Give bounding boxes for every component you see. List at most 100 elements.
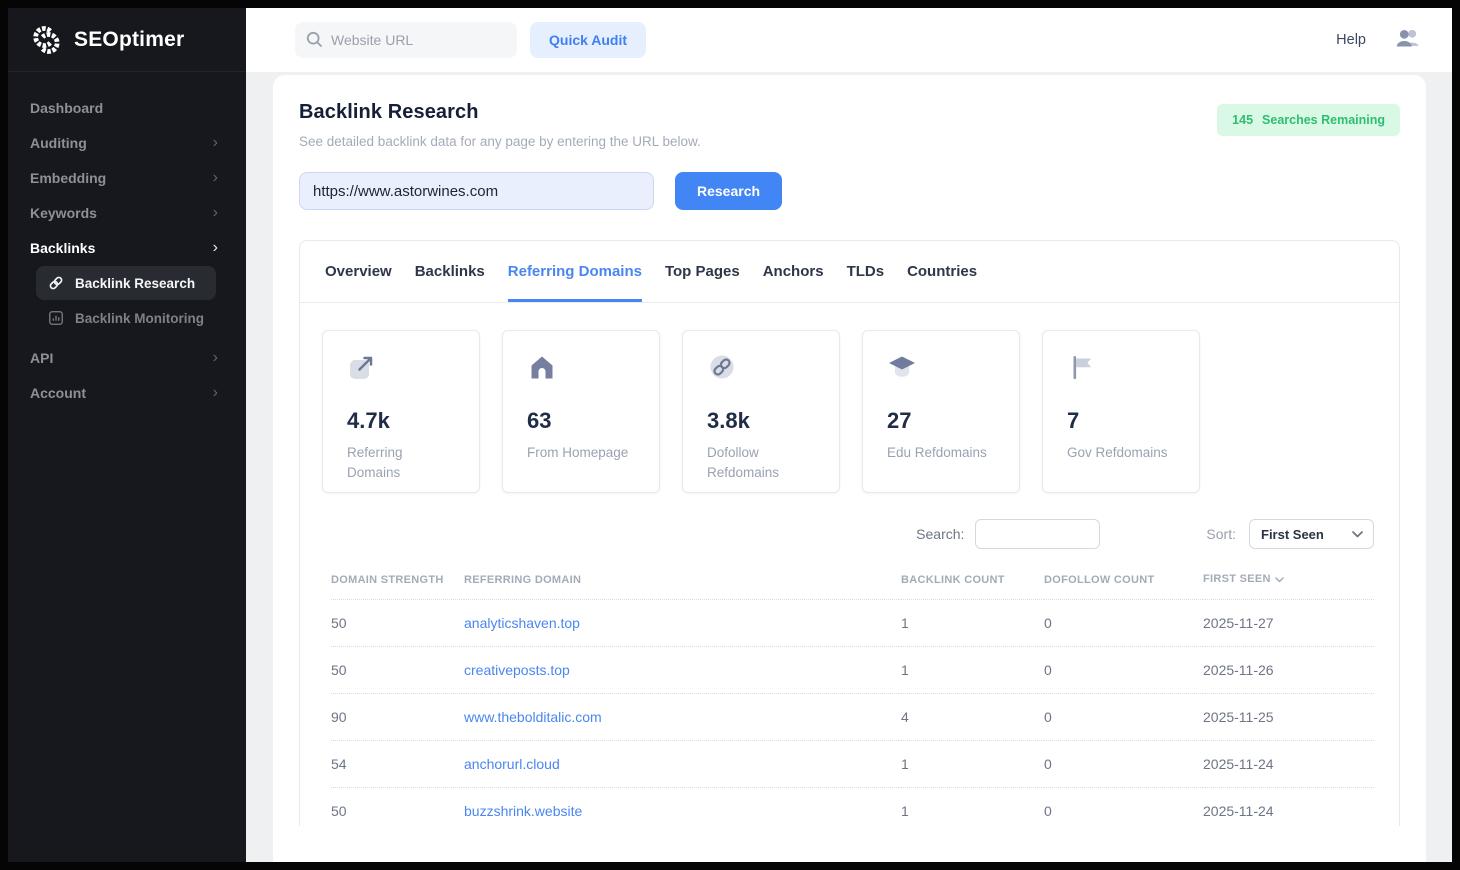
stat-value: 63 bbox=[527, 408, 635, 434]
users-icon[interactable] bbox=[1394, 27, 1422, 53]
main-area: Quick Audit Help Backlink Research See d… bbox=[246, 8, 1452, 862]
sidebar-subitem-label: Backlink Monitoring bbox=[75, 311, 204, 326]
column-header-domain-strength[interactable]: Domain Strength bbox=[331, 559, 464, 600]
sort-select-value: First Seen bbox=[1261, 527, 1324, 542]
cell-dofollow-count: 0 bbox=[1044, 647, 1203, 694]
tab-top-pages[interactable]: Top Pages bbox=[665, 241, 740, 302]
chevron-right-icon: › bbox=[213, 350, 218, 366]
cell-referring-domain: creativeposts.top bbox=[464, 647, 901, 694]
cell-dofollow-count: 0 bbox=[1044, 694, 1203, 741]
tab-anchors[interactable]: Anchors bbox=[763, 241, 824, 302]
chevron-right-icon: › bbox=[213, 385, 218, 401]
table-controls: Search: Sort: First Seen bbox=[300, 493, 1399, 557]
cell-referring-domain: anchorurl.cloud bbox=[464, 741, 901, 788]
cell-referring-domain: www.thebolditalic.com bbox=[464, 694, 901, 741]
tab-tlds[interactable]: TLDs bbox=[847, 241, 885, 302]
table-row: 54 anchorurl.cloud 1 0 2025-11-24 bbox=[331, 741, 1374, 788]
cell-backlink-count: 1 bbox=[901, 788, 1044, 827]
research-button[interactable]: Research bbox=[675, 172, 782, 210]
link-icon bbox=[48, 275, 64, 291]
graduation-cap-icon bbox=[887, 352, 917, 382]
sidebar-subitem-backlink-research[interactable]: Backlink Research bbox=[36, 266, 216, 300]
searches-remaining-count: 145 bbox=[1232, 113, 1253, 127]
column-header-first-seen[interactable]: First Seen bbox=[1203, 559, 1374, 600]
cell-first-seen: 2025-11-24 bbox=[1203, 741, 1374, 788]
cell-backlink-count: 1 bbox=[901, 647, 1044, 694]
stat-value: 3.8k bbox=[707, 408, 815, 434]
referring-domain-link[interactable]: buzzshrink.website bbox=[464, 803, 582, 819]
website-url-search-input[interactable] bbox=[295, 22, 517, 58]
tab-referring-domains[interactable]: Referring Domains bbox=[508, 241, 642, 302]
cell-first-seen: 2025-11-27 bbox=[1203, 600, 1374, 647]
quick-audit-button[interactable]: Quick Audit bbox=[530, 22, 646, 58]
sidebar-item-account[interactable]: Account › bbox=[8, 375, 246, 410]
sort-label: Sort: bbox=[1206, 526, 1236, 542]
cell-dofollow-count: 0 bbox=[1044, 600, 1203, 647]
brand-name: SEOptimer bbox=[74, 28, 184, 52]
searches-remaining-badge: 145 Searches Remaining bbox=[1217, 104, 1400, 136]
table-row: 50 buzzshrink.website 1 0 2025-11-24 bbox=[331, 788, 1374, 827]
cell-referring-domain: analyticshaven.top bbox=[464, 600, 901, 647]
chevron-right-icon: › bbox=[213, 205, 218, 221]
chevron-down-icon bbox=[1352, 531, 1363, 538]
flag-icon bbox=[1067, 352, 1097, 382]
chevron-right-icon: › bbox=[213, 170, 218, 186]
tab-label: TLDs bbox=[847, 263, 885, 280]
referring-domain-link[interactable]: anchorurl.cloud bbox=[464, 756, 560, 772]
sidebar-menu: Dashboard › Auditing › Embedding › bbox=[8, 72, 246, 410]
home-icon bbox=[527, 352, 557, 382]
topbar-search bbox=[295, 22, 517, 58]
sidebar-item-label: Backlinks bbox=[30, 240, 95, 256]
sort-direction-chevron-down-icon bbox=[1275, 574, 1284, 586]
referring-domains-table: Domain Strength Referring Domain Backlin… bbox=[331, 559, 1374, 826]
table-search-input[interactable] bbox=[975, 519, 1100, 549]
stat-label: Gov Refdomains bbox=[1067, 443, 1175, 463]
external-link-icon bbox=[347, 352, 377, 382]
column-header-backlink-count[interactable]: Backlink Count bbox=[901, 559, 1044, 600]
seoptimer-gear-logo-icon bbox=[28, 22, 64, 58]
searches-remaining-label: Searches Remaining bbox=[1262, 113, 1385, 127]
tabs: Overview Backlinks Referring Domains bbox=[300, 241, 1399, 303]
column-header-dofollow-count[interactable]: Dofollow Count bbox=[1044, 559, 1203, 600]
cell-dofollow-count: 0 bbox=[1044, 788, 1203, 827]
stat-card: 27 Edu Refdomains bbox=[862, 330, 1020, 493]
cell-domain-strength: 54 bbox=[331, 741, 464, 788]
tab-countries[interactable]: Countries bbox=[907, 241, 977, 302]
sidebar-item-embedding[interactable]: Embedding › bbox=[8, 160, 246, 195]
cell-domain-strength: 90 bbox=[331, 694, 464, 741]
sidebar-item-dashboard[interactable]: Dashboard › bbox=[8, 90, 246, 125]
content: Backlink Research See detailed backlink … bbox=[246, 72, 1452, 862]
tab-label: Referring Domains bbox=[508, 263, 642, 280]
sidebar-subitem-label: Backlink Research bbox=[75, 276, 195, 291]
referring-domain-link[interactable]: www.thebolditalic.com bbox=[464, 709, 602, 725]
sidebar-item-label: API bbox=[30, 350, 53, 366]
cell-first-seen: 2025-11-25 bbox=[1203, 694, 1374, 741]
stats-row: 4.7k Referring Domains 63 From Homepage bbox=[300, 303, 1399, 493]
tab-label: Anchors bbox=[763, 263, 824, 280]
sidebar: SEOptimer Dashboard › Auditing › E bbox=[8, 8, 246, 862]
stat-card: 63 From Homepage bbox=[502, 330, 660, 493]
sort-select[interactable]: First Seen bbox=[1249, 519, 1374, 549]
referring-domain-link[interactable]: analyticshaven.top bbox=[464, 615, 580, 631]
cell-backlink-count: 1 bbox=[901, 741, 1044, 788]
help-link[interactable]: Help bbox=[1336, 32, 1366, 48]
brand-logo[interactable]: SEOptimer bbox=[8, 8, 246, 72]
referring-domain-link[interactable]: creativeposts.top bbox=[464, 662, 570, 678]
tab-backlinks[interactable]: Backlinks bbox=[415, 241, 485, 302]
sidebar-item-label: Dashboard bbox=[30, 100, 103, 116]
sidebar-item-auditing[interactable]: Auditing › bbox=[8, 125, 246, 160]
stat-card: 4.7k Referring Domains bbox=[322, 330, 480, 493]
column-header-referring-domain[interactable]: Referring Domain bbox=[464, 559, 901, 600]
tab-overview[interactable]: Overview bbox=[325, 241, 392, 302]
stat-label: From Homepage bbox=[527, 443, 635, 463]
sidebar-item-api[interactable]: API › bbox=[8, 340, 246, 375]
sidebar-item-label: Account bbox=[30, 385, 86, 401]
sidebar-item-keywords[interactable]: Keywords › bbox=[8, 195, 246, 230]
cell-first-seen: 2025-11-26 bbox=[1203, 647, 1374, 694]
sidebar-subitem-backlink-monitoring[interactable]: Backlink Monitoring bbox=[36, 301, 216, 335]
sidebar-item-backlinks[interactable]: Backlinks › bbox=[8, 230, 246, 265]
tab-label: Top Pages bbox=[665, 263, 740, 280]
stat-card: 3.8k Dofollow Refdomains bbox=[682, 330, 840, 493]
stat-value: 4.7k bbox=[347, 408, 455, 434]
research-url-input[interactable] bbox=[299, 172, 654, 210]
